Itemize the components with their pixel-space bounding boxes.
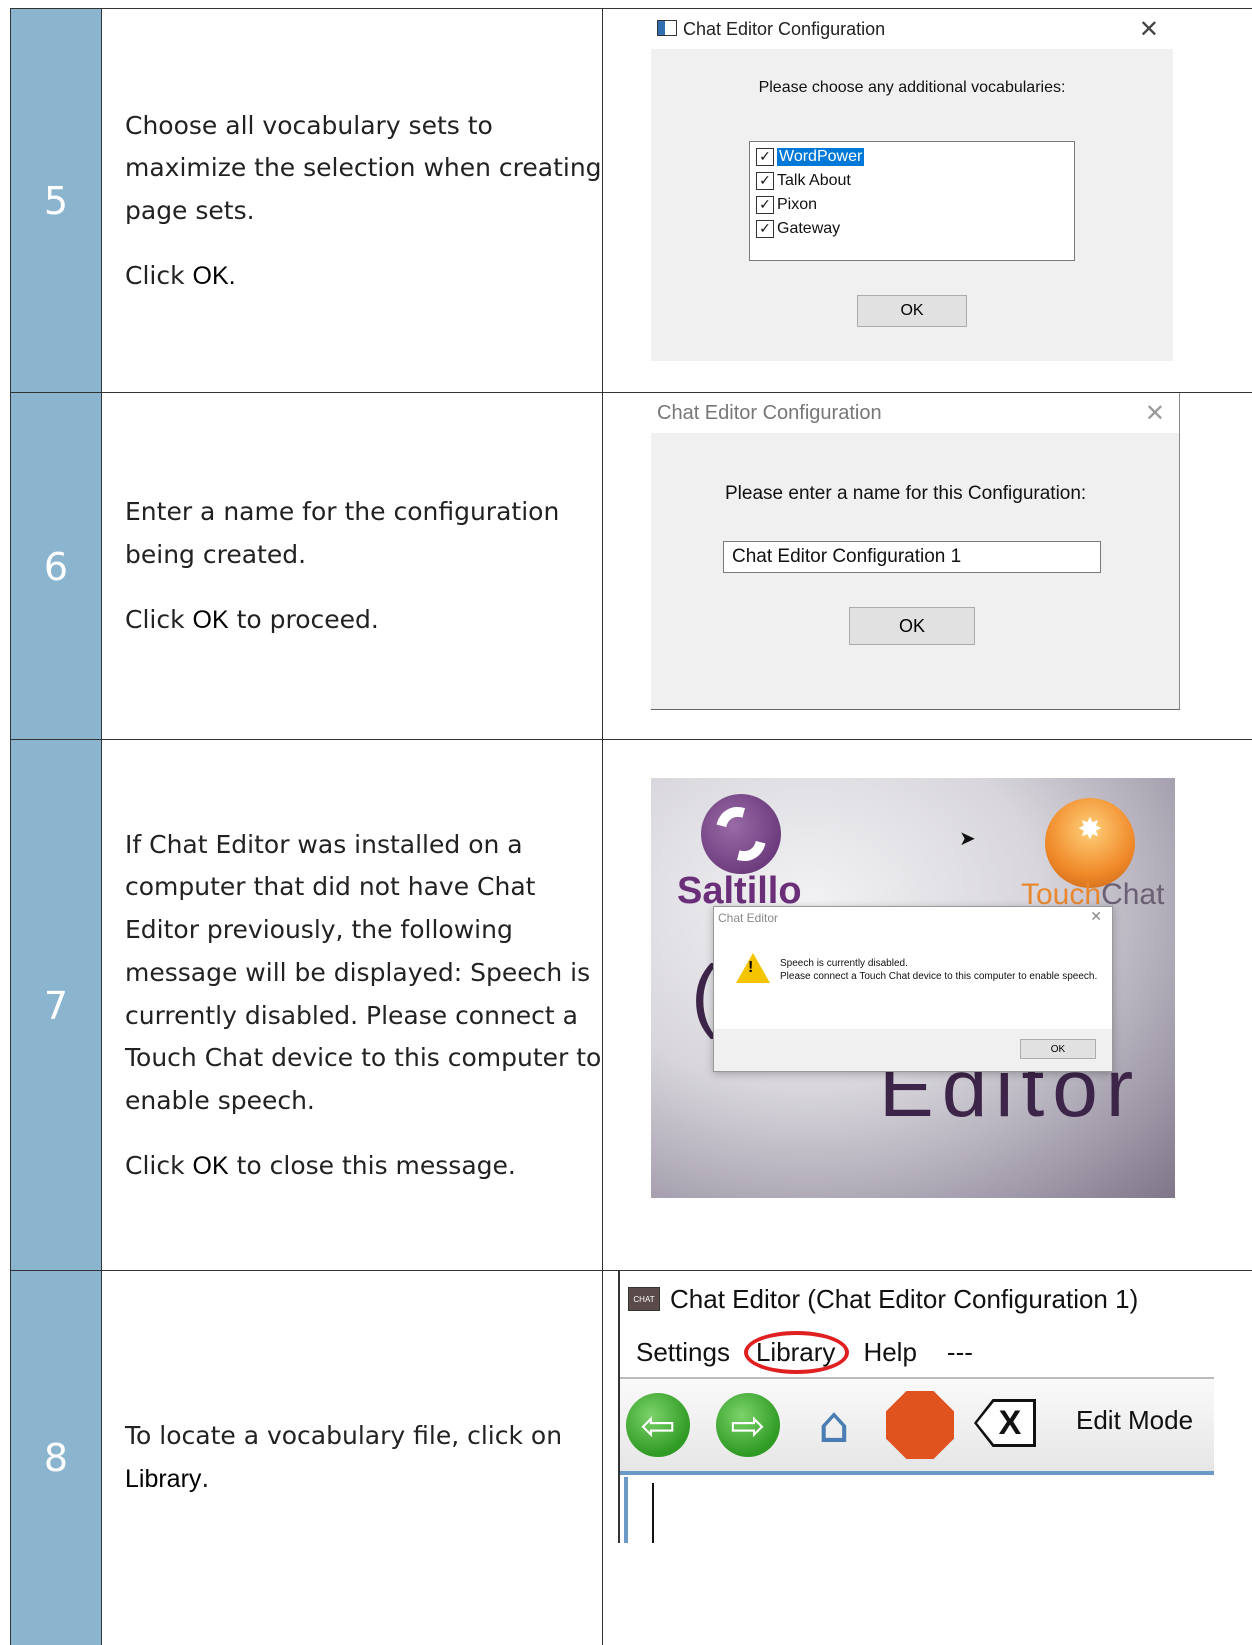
checkbox-checked-icon[interactable]: ✓	[756, 148, 774, 166]
alert-footer: OK	[714, 1029, 1112, 1071]
instruction-table: 5 Choose all vocabulary sets to maximize…	[10, 8, 1252, 1645]
step-text: Choose all vocabulary sets to maximize t…	[125, 110, 602, 226]
step-number: 5	[10, 9, 102, 393]
step-text: Enter a name for the configuration being…	[125, 497, 560, 570]
list-item[interactable]: ✓ Pixon	[756, 194, 817, 216]
chat-editor-splash: Saltillo ✸ TouchChat ( Editor ➤ Chat Edi…	[651, 778, 1175, 1198]
step-action: Click OK.	[125, 260, 236, 290]
list-item[interactable]: ✓ Gateway	[756, 218, 840, 240]
step-row-6: 6 Enter a name for the configuration bei…	[10, 392, 1252, 740]
clear-icon[interactable]: X	[974, 1399, 1036, 1447]
forward-arrow-icon[interactable]: ⇨	[716, 1393, 780, 1457]
ok-keyword: OK	[192, 605, 229, 634]
chat-app-icon: CHAT	[628, 1287, 660, 1311]
speech-display-area[interactable]	[624, 1477, 1214, 1543]
step-description: Choose all vocabulary sets to maximize t…	[101, 9, 603, 393]
step-screenshot: Saltillo ✸ TouchChat ( Editor ➤ Chat Edi…	[604, 740, 1252, 1271]
step-row-7: 7 If Chat Editor was installed on a comp…	[10, 739, 1252, 1271]
step-description: To locate a vocabulary file, click on Li…	[101, 1271, 603, 1645]
edit-mode-button[interactable]: Edit Mode	[1076, 1405, 1193, 1436]
step-text: If Chat Editor was installed on a comput…	[125, 829, 602, 1116]
checkbox-checked-icon[interactable]: ✓	[756, 196, 774, 214]
dialog-prompt: Please choose any additional vocabularie…	[758, 79, 1066, 96]
dialog-titlebar: Chat Editor Configuration ✕	[651, 9, 1173, 49]
step-description: If Chat Editor was installed on a comput…	[101, 740, 603, 1271]
dialog-prompt: Please enter a name for this Configurati…	[725, 483, 1087, 504]
list-item[interactable]: ✓ Talk About	[756, 170, 851, 192]
checkbox-checked-icon[interactable]: ✓	[756, 172, 774, 190]
app-title: Chat Editor (Chat Editor Configuration 1…	[670, 1283, 1139, 1314]
ok-button[interactable]: OK	[857, 295, 967, 327]
saltillo-logo-icon	[701, 794, 781, 874]
dialog-title: Chat Editor Configuration	[657, 401, 882, 424]
menu-help[interactable]: Help	[863, 1337, 916, 1368]
chat-editor-window: CHAT Chat Editor (Chat Editor Configurat…	[618, 1271, 1214, 1543]
ok-button[interactable]: OK	[1020, 1039, 1096, 1059]
step-screenshot: Chat Editor Configuration ✕ Please choos…	[604, 9, 1252, 393]
hand-touch-icon: ✸	[1077, 812, 1103, 847]
close-icon[interactable]: ✕	[1139, 15, 1159, 43]
menu-library[interactable]: Library	[743, 1330, 850, 1374]
mouse-pointer-icon: ➤	[959, 826, 976, 850]
dialog-titlebar: Chat Editor Configuration ✕	[651, 393, 1179, 433]
window-icon	[657, 20, 677, 36]
step-action: Click OK to proceed.	[125, 604, 379, 634]
back-arrow-icon[interactable]: ⇦	[626, 1393, 690, 1457]
step-row-8: 8 To locate a vocabulary file, click on …	[10, 1270, 1252, 1645]
step-screenshot: Chat Editor Configuration ✕ Please enter…	[604, 393, 1252, 740]
stop-icon[interactable]	[886, 1391, 954, 1459]
close-icon[interactable]: ✕	[1145, 399, 1165, 427]
step-screenshot: CHAT Chat Editor (Chat Editor Configurat…	[604, 1271, 1252, 1645]
app-titlebar: CHAT Chat Editor (Chat Editor Configurat…	[620, 1271, 1214, 1327]
vocabulary-dialog: Chat Editor Configuration ✕ Please choos…	[651, 9, 1173, 361]
checkbox-checked-icon[interactable]: ✓	[756, 220, 774, 238]
touchchat-logo-icon: ✸	[1045, 798, 1135, 888]
step-row-5: 5 Choose all vocabulary sets to maximize…	[10, 8, 1252, 393]
menu-bar: Settings Library Help ---	[620, 1329, 1214, 1375]
step-number: 8	[10, 1271, 102, 1645]
configuration-name-input[interactable]: Chat Editor Configuration 1	[723, 541, 1101, 573]
library-keyword: Library	[125, 1465, 202, 1493]
ok-keyword: OK	[192, 1151, 229, 1180]
ok-keyword: OK.	[192, 261, 236, 290]
step-number: 6	[10, 393, 102, 740]
menu-settings[interactable]: Settings	[636, 1337, 730, 1368]
speech-alert-dialog: Chat Editor ✕ ! Speech is currently disa…	[713, 906, 1113, 1072]
home-icon[interactable]: ⌂	[800, 1393, 868, 1457]
vocabulary-list[interactable]: ✓ WordPower ✓ Talk About ✓ Pixon ✓ Gateway	[749, 141, 1075, 261]
toolbar: ⇦ ⇨ ⌂ X Edit Mode	[620, 1377, 1214, 1475]
warning-exclamation-icon: !	[748, 959, 754, 976]
menu-more[interactable]: ---	[947, 1337, 973, 1368]
dialog-title: Chat Editor Configuration	[683, 18, 886, 39]
step-action: To locate a vocabulary file, click on Li…	[125, 1421, 563, 1493]
alert-body: ! Speech is currently disabled. Please c…	[714, 935, 1112, 1029]
step-number: 7	[10, 740, 102, 1271]
name-dialog: Chat Editor Configuration ✕ Please enter…	[651, 393, 1180, 710]
step-action: Click OK to close this message.	[125, 1150, 516, 1180]
alert-title: Chat Editor	[718, 911, 779, 925]
ok-button[interactable]: OK	[849, 607, 975, 645]
alert-message: Speech is currently disabled. Please con…	[780, 958, 1098, 982]
step-description: Enter a name for the configuration being…	[101, 393, 603, 740]
list-item[interactable]: ✓ WordPower	[756, 146, 865, 168]
close-icon[interactable]: ✕	[1090, 909, 1102, 925]
text-caret	[652, 1483, 654, 1543]
